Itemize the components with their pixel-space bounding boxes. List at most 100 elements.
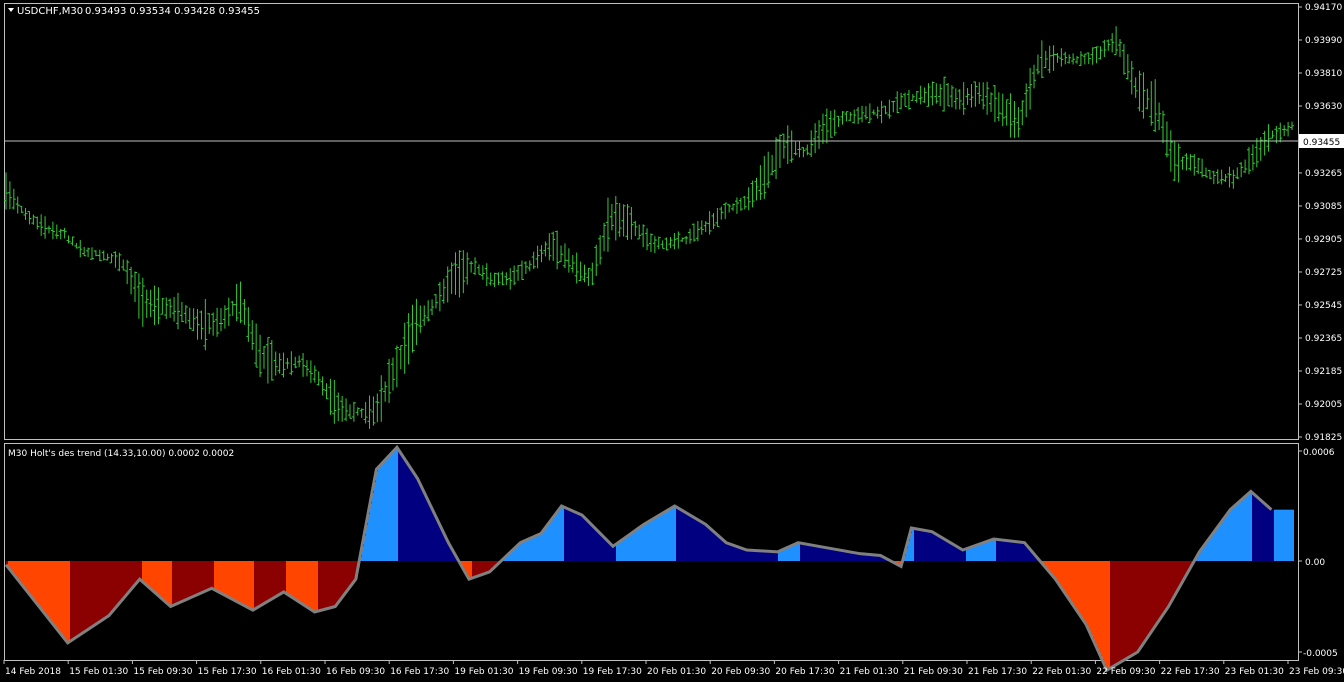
histogram-bar — [72, 561, 74, 641]
histogram-bar — [1210, 537, 1212, 561]
histogram-bar — [1114, 561, 1116, 666]
histogram-bar — [474, 561, 476, 578]
histogram-bar — [426, 496, 428, 561]
histogram-bar — [650, 520, 652, 561]
histogram-bar — [800, 542, 802, 561]
histogram-bar — [798, 542, 800, 561]
histogram-bar — [924, 530, 926, 561]
price-pane[interactable] — [4, 3, 1299, 440]
histogram-bar — [1118, 561, 1120, 664]
histogram-bar — [602, 535, 604, 561]
time-tick-label: 23 Feb 09:30 — [1289, 667, 1344, 677]
histogram-bar — [38, 561, 40, 606]
histogram-bar — [1218, 526, 1220, 561]
time-tick-label: 20 Feb 09:30 — [711, 667, 770, 677]
histogram-bar — [320, 561, 322, 611]
histogram-bar — [948, 541, 950, 561]
histogram-bar — [338, 561, 340, 603]
histogram-bar — [1156, 561, 1158, 625]
histogram-bar — [368, 514, 370, 561]
histogram-bar — [970, 547, 972, 561]
histogram-bar — [544, 529, 546, 561]
histogram-bar — [106, 561, 108, 618]
histogram-bar — [224, 561, 226, 595]
histogram-bar — [1052, 561, 1054, 576]
histogram-bar — [84, 561, 86, 633]
histogram-bar — [552, 518, 554, 561]
histogram-bar — [982, 543, 984, 561]
price-tick-label: 0.93810 — [1305, 69, 1342, 79]
histogram-bar — [236, 561, 238, 602]
histogram-bar — [170, 561, 172, 606]
current-price-label: 0.93455 — [1303, 138, 1340, 148]
histogram-bar — [1068, 561, 1070, 598]
histogram-bar — [806, 544, 808, 561]
histogram-bar — [258, 561, 260, 608]
histogram-bar — [1212, 534, 1214, 561]
histogram-bar — [734, 545, 736, 561]
trading-chart[interactable]: 0.94170 0.93990 0.93810 0.93630 0.93265 0.930… — [0, 0, 1344, 682]
histogram-bar — [672, 507, 674, 561]
histogram-bar — [1266, 504, 1268, 561]
histogram-bar — [518, 544, 520, 561]
histogram-bar — [592, 525, 594, 561]
histogram-bar — [180, 561, 182, 603]
histogram-bar — [76, 561, 78, 638]
histogram-bar — [70, 561, 72, 642]
histogram-bar — [148, 561, 150, 587]
histogram-bar — [1104, 561, 1106, 664]
price-tick-label: 0.93085 — [1305, 202, 1342, 212]
histogram-bar — [1242, 499, 1244, 561]
histogram-bar — [796, 543, 798, 561]
histogram-bar — [422, 487, 424, 561]
histogram-bar — [640, 527, 642, 561]
histogram-bar — [388, 456, 390, 561]
histogram-bar — [788, 547, 790, 561]
histogram-bar — [654, 518, 656, 561]
histogram-bar — [534, 536, 536, 561]
indicator-tick-min: -0.0005 — [1303, 649, 1338, 659]
histogram-bar — [614, 545, 616, 561]
histogram-bar — [204, 561, 206, 592]
histogram-bar — [52, 561, 54, 623]
histogram-bar — [20, 561, 22, 583]
histogram-bar — [1150, 561, 1152, 634]
histogram-bar — [432, 508, 434, 561]
histogram-bar — [710, 528, 712, 561]
histogram-bar — [94, 561, 96, 626]
histogram-bar — [370, 503, 372, 561]
histogram-bar — [562, 506, 564, 561]
histogram-bar — [198, 561, 200, 595]
histogram-bar — [102, 561, 104, 621]
histogram-bar — [818, 546, 820, 561]
histogram-bar — [298, 561, 300, 602]
histogram-bar — [808, 544, 810, 561]
histogram-bar — [1204, 545, 1206, 561]
time-tick-label: 22 Feb 01:30 — [1032, 667, 1091, 677]
histogram-bar — [164, 561, 166, 601]
histogram-bar — [946, 540, 948, 561]
histogram-bar — [246, 561, 248, 607]
histogram-bar — [1136, 561, 1138, 653]
price-tick-label: 0.93990 — [1305, 36, 1342, 46]
histogram-bar — [1064, 561, 1066, 592]
histogram-bar — [88, 561, 90, 630]
histogram-bar — [54, 561, 56, 626]
histogram-bar — [1258, 497, 1260, 561]
histogram-bar — [1058, 561, 1060, 584]
histogram-bar — [196, 561, 198, 596]
histogram-bar — [782, 549, 784, 561]
indicator-axis: 0.0006 0.00 -0.0005 — [1298, 448, 1338, 659]
histogram-bar — [750, 550, 752, 561]
time-tick-label: 19 Feb 09:30 — [519, 667, 578, 677]
histogram-bar — [1122, 561, 1124, 662]
histogram-bar — [276, 561, 278, 597]
histogram-bar — [708, 526, 710, 561]
histogram-bar — [24, 561, 26, 588]
histogram-bar — [516, 546, 518, 561]
histogram-bar — [688, 513, 690, 561]
histogram-bar — [1270, 508, 1272, 561]
histogram-bar — [696, 518, 698, 561]
histogram-bar — [312, 561, 314, 611]
histogram-bar — [142, 561, 144, 582]
